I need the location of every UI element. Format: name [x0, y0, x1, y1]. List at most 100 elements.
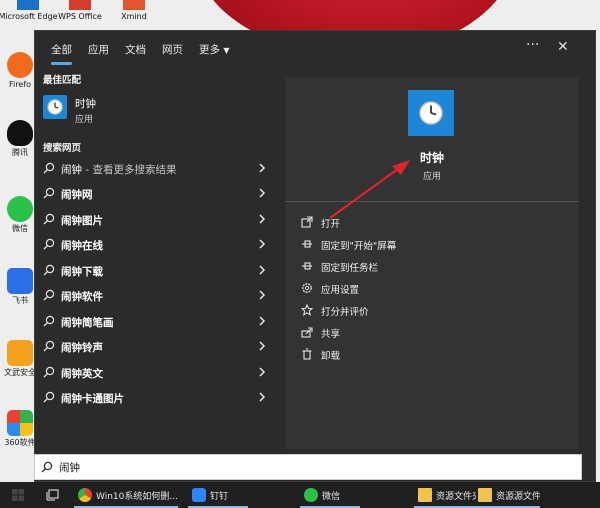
pin-taskbar-icon: [302, 262, 312, 270]
qq-icon: [7, 120, 33, 146]
share-icon: [301, 327, 313, 338]
preview-pane: 时钟 应用 打开固定到"开始"屏幕 固定到任务栏 应用设置打分并评价共享卸载: [285, 77, 579, 449]
search-icon: [43, 366, 55, 378]
start-button[interactable]: [4, 482, 32, 508]
action-label: 打分并评价: [321, 307, 369, 318]
taskbar-item-dingtalk[interactable]: 钉钉: [188, 482, 248, 508]
web-search-query: 闹钟图片: [61, 215, 103, 227]
search-icon: [43, 238, 55, 250]
web-search-text: 闹钟卡通图片: [61, 391, 124, 406]
tab-documents[interactable]: 文档: [125, 42, 146, 57]
taskbar-item-label: Win10系统如何删...: [96, 492, 178, 502]
web-search-query: 闹钟卡通图片: [61, 393, 124, 405]
action-pin-taskbar[interactable]: 固定到任务栏: [299, 257, 559, 277]
search-icon: [43, 391, 55, 403]
wechat-icon: [304, 488, 318, 502]
chevron-right-icon: [259, 239, 266, 249]
action-share[interactable]: 共享: [299, 323, 559, 343]
preview-subtitle: 应用: [422, 172, 441, 182]
taskbar-item-wechat[interactable]: 微信: [300, 482, 360, 508]
best-match-name: 时钟: [75, 98, 96, 110]
action-open[interactable]: 打开: [299, 213, 559, 233]
firefox-icon: [7, 52, 33, 78]
search-icon: [43, 340, 55, 352]
web-search-row[interactable]: 闹钟卡通图片: [39, 386, 273, 410]
360-icon: [7, 410, 33, 436]
search-icon: [43, 315, 55, 327]
web-search-query: 闹钟简笔画: [61, 317, 114, 329]
folder-icon: [478, 488, 492, 502]
preview-title: 时钟: [419, 151, 444, 165]
edge-icon: [17, 0, 39, 10]
best-match-item[interactable]: 时钟 应用: [39, 93, 275, 129]
search-icon: [43, 289, 55, 301]
action-label: 卸载: [321, 351, 341, 362]
web-search-row[interactable]: 闹钟在线: [39, 233, 273, 257]
web-search-text: 闹钟 - 查看更多搜索结果: [61, 162, 176, 177]
web-search-query: 闹钟网: [61, 189, 93, 201]
web-search-row[interactable]: 闹钟图片: [39, 208, 273, 232]
search-input[interactable]: [59, 461, 459, 473]
search-box[interactable]: [34, 454, 582, 480]
taskbar-item-folder-2[interactable]: 资源源文件: [474, 482, 540, 508]
taskbar-item-label: 资源源文件: [496, 492, 540, 502]
preview-divider: [285, 201, 579, 202]
search-icon: [41, 461, 53, 473]
web-search-row[interactable]: 闹钟下载: [39, 259, 273, 283]
web-search-row[interactable]: 闹钟软件: [39, 284, 273, 308]
action-settings[interactable]: 应用设置: [299, 279, 559, 299]
search-icon: [43, 213, 55, 225]
web-search-row[interactable]: 闹钟铃声: [39, 335, 273, 359]
taskbar-item-folder[interactable]: 资源文件夹: [414, 482, 476, 508]
web-search-text: 闹钟下载: [61, 264, 103, 279]
tab-apps[interactable]: 应用: [88, 42, 109, 57]
taskbar-item-chrome[interactable]: Win10系统如何删...: [74, 482, 178, 508]
action-trash[interactable]: 卸载: [299, 345, 559, 365]
web-search-query: 闹钟: [61, 164, 82, 176]
action-pin-start[interactable]: 固定到"开始"屏幕: [299, 235, 559, 255]
web-search-query: 闹钟英文: [61, 368, 103, 380]
pin-start-icon: [302, 240, 312, 248]
web-search-row[interactable]: 闹钟英文: [39, 361, 273, 385]
clock-large-icon: [408, 90, 454, 136]
web-search-hint: - 查看更多搜索结果: [82, 164, 177, 176]
tab-web[interactable]: 网页: [162, 42, 183, 57]
web-search-text: 闹钟英文: [61, 366, 103, 381]
action-star[interactable]: 打分并评价: [299, 301, 559, 321]
task-view-icon: [46, 489, 59, 501]
best-match-type: 应用: [75, 115, 94, 125]
xmind-icon: [123, 0, 145, 10]
windows-icon: [12, 489, 24, 501]
chevron-right-icon: [259, 341, 266, 351]
task-view-button[interactable]: [40, 482, 66, 508]
dingtalk-icon: [192, 488, 206, 502]
web-search-text: 闹钟铃声: [61, 340, 103, 355]
desktop-icon-label: Xmind: [121, 12, 147, 21]
clock-app-icon: [43, 95, 67, 119]
action-label: 应用设置: [321, 285, 360, 296]
web-search-query: 闹钟在线: [61, 240, 103, 252]
search-icon: [43, 187, 55, 199]
desktop-icon-xmind[interactable]: Xmind: [104, 0, 164, 21]
action-label: 固定到"开始"屏幕: [321, 241, 397, 252]
chevron-right-icon: [259, 163, 266, 173]
search-icon: [43, 264, 55, 276]
tab-all[interactable]: 全部: [51, 42, 72, 65]
web-search-row[interactable]: 闹钟 - 查看更多搜索结果: [39, 157, 273, 181]
taskbar-item-label: 资源文件夹: [436, 492, 476, 502]
web-search-text: 闹钟图片: [61, 213, 103, 228]
chevron-right-icon: [259, 265, 266, 275]
web-search-row[interactable]: 闹钟网: [39, 182, 273, 206]
desktop-icon-label: WPS Office: [58, 12, 102, 21]
web-search-row[interactable]: 闹钟简笔画: [39, 310, 273, 334]
chevron-right-icon: [259, 367, 266, 377]
action-label: 打开: [321, 219, 341, 230]
close-button[interactable]: ✕: [557, 39, 569, 55]
action-label: 固定到任务栏: [321, 263, 379, 274]
trash-icon: [302, 348, 312, 360]
desktop-icon-wps[interactable]: WPS Office: [50, 0, 110, 21]
action-label: 共享: [321, 329, 341, 340]
tab-more[interactable]: 更多 ▼: [199, 42, 230, 57]
more-options-button[interactable]: ···: [526, 37, 539, 53]
star-icon: [301, 304, 313, 316]
